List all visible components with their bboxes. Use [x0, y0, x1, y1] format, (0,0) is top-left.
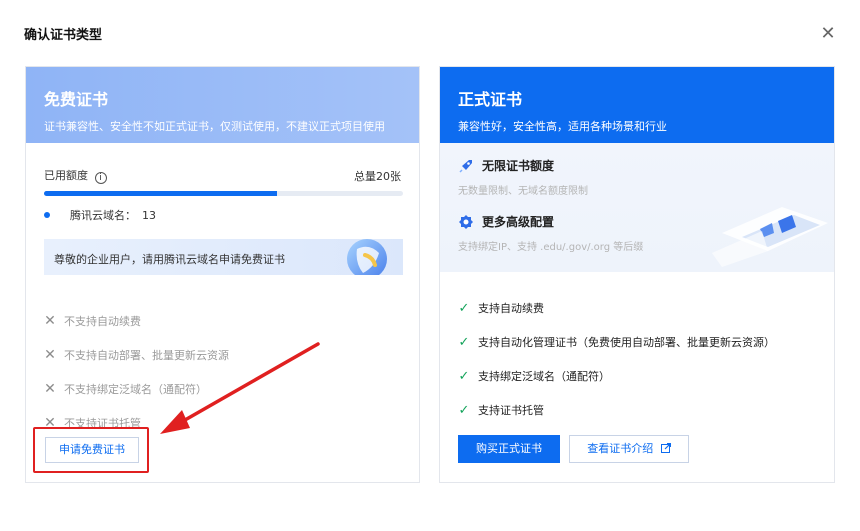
domain-count: 13: [142, 208, 156, 222]
perk-advanced-config: 更多高级配置 支持绑定IP、支持 .edu/.gov/.org 等后缀: [458, 213, 643, 253]
paid-certificate-card[interactable]: 正式证书 兼容性好，安全性高，适用各种场景和行业 无限证书额度 无数量限制、无域…: [439, 66, 835, 483]
domain-label: 腾讯云域名：: [70, 209, 136, 222]
enterprise-banner: 尊敬的企业用户，请用腾讯云域名申请免费证书: [44, 239, 403, 275]
paid-perks-panel: 无限证书额度 无数量限制、无域名额度限制 更多高级配置 支持绑定IP、支持 .e…: [440, 143, 834, 272]
feature-text: 支持自动续费: [478, 302, 544, 315]
perk-unlimited-quota: 无限证书额度 无数量限制、无域名额度限制: [458, 157, 588, 197]
paid-card-subtitle: 兼容性好，安全性高，适用各种场景和行业: [458, 120, 667, 133]
ssl-illustration-icon: [712, 207, 828, 267]
quota-total: 总量20张: [354, 169, 401, 183]
feature-text: 不支持自动续费: [64, 315, 141, 328]
info-icon[interactable]: i: [94, 172, 107, 184]
intro-button-label: 查看证书介绍: [587, 442, 654, 455]
perk-title: 无限证书额度: [482, 159, 555, 173]
quota-progress-bar: [44, 191, 403, 196]
buy-official-certificate-button[interactable]: 购买正式证书: [458, 435, 560, 463]
banner-text: 尊敬的企业用户，请用腾讯云域名申请免费证书: [54, 253, 285, 266]
list-item: ✓ 支持证书托管: [458, 393, 775, 427]
external-link-icon: [660, 443, 671, 453]
cross-icon: ✕: [44, 347, 56, 363]
paid-card-header: 正式证书 兼容性好，安全性高，适用各种场景和行业: [440, 67, 834, 143]
paid-feature-list: ✓ 支持自动续费 ✓ 支持自动化管理证书（免费使用自动部署、批量更新云资源） ✓…: [458, 291, 775, 427]
perk-title: 更多高级配置: [482, 215, 555, 229]
gear-badge-icon: [459, 214, 473, 229]
confirm-certificate-type-dialog: 确认证书类型 ✕ 免费证书 证书兼容性、安全性不如正式证书，仅测试使用，不建议正…: [0, 0, 860, 531]
list-item: ✓ 支持自动续费: [458, 291, 775, 325]
rocket-icon: [459, 159, 472, 173]
free-certificate-card[interactable]: 免费证书 证书兼容性、安全性不如正式证书，仅测试使用，不建议正式项目使用 已用额…: [25, 66, 420, 483]
check-icon: ✓: [458, 402, 470, 418]
feature-text: 不支持绑定泛域名（通配符）: [64, 383, 207, 396]
close-icon[interactable]: ✕: [818, 24, 838, 44]
perk-subtitle: 无数量限制、无域名额度限制: [458, 186, 588, 197]
quota-row: 已用额度 i 总量20张: [44, 167, 401, 184]
paid-card-title: 正式证书: [458, 90, 523, 109]
feature-text: 支持绑定泛域名（通配符）: [478, 370, 610, 383]
free-card-subtitle: 证书兼容性、安全性不如正式证书，仅测试使用，不建议正式项目使用: [44, 120, 385, 133]
free-card-header: 免费证书 证书兼容性、安全性不如正式证书，仅测试使用，不建议正式项目使用: [26, 67, 419, 143]
domain-count-row: 腾讯云域名： 13: [44, 207, 156, 223]
quota-progress-fill: [44, 191, 278, 196]
check-icon: ✓: [458, 334, 470, 350]
list-item: ✕ 不支持绑定泛域名（通配符）: [44, 372, 229, 406]
quota-label-group: 已用额度 i: [44, 167, 107, 184]
quota-label: 已用额度: [44, 169, 88, 182]
view-certificate-intro-button[interactable]: 查看证书介绍: [569, 435, 689, 463]
check-icon: ✓: [458, 300, 470, 316]
feature-text: 支持证书托管: [478, 404, 544, 417]
cross-icon: ✕: [44, 313, 56, 329]
free-feature-list: ✕ 不支持自动续费 ✕ 不支持自动部署、批量更新云资源 ✕ 不支持绑定泛域名（通…: [44, 304, 229, 440]
list-item: ✓ 支持绑定泛域名（通配符）: [458, 359, 775, 393]
check-icon: ✓: [458, 368, 470, 384]
list-item: ✕ 不支持自动续费: [44, 304, 229, 338]
highlight-box: 申请免费证书: [33, 427, 149, 473]
feature-text: 不支持自动部署、批量更新云资源: [64, 349, 229, 362]
ssl-shield-illustration-icon: [347, 239, 387, 275]
free-card-title: 免费证书: [44, 90, 109, 109]
list-item: ✓ 支持自动化管理证书（免费使用自动部署、批量更新云资源）: [458, 325, 775, 359]
perk-subtitle: 支持绑定IP、支持 .edu/.gov/.org 等后缀: [458, 242, 644, 253]
apply-free-certificate-button[interactable]: 申请免费证书: [45, 437, 139, 463]
feature-text: 支持自动化管理证书（免费使用自动部署、批量更新云资源）: [478, 336, 775, 349]
dialog-title: 确认证书类型: [24, 28, 103, 43]
list-item: ✕ 不支持自动部署、批量更新云资源: [44, 338, 229, 372]
cross-icon: ✕: [44, 381, 56, 397]
bullet-dot-icon: [44, 212, 50, 218]
